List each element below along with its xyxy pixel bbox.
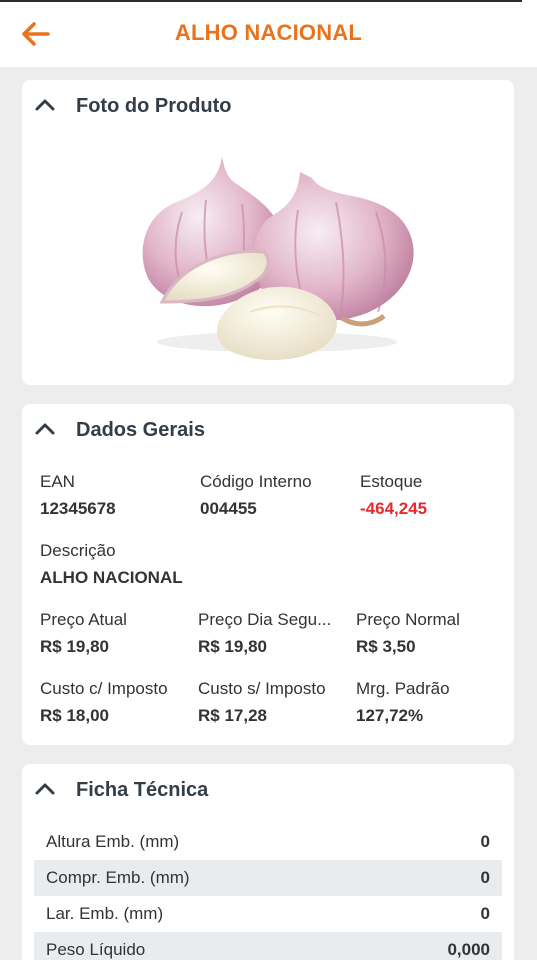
field-default-margin: Mrg. Padrão 127,72% (356, 679, 508, 726)
field-normal-price: Preço Normal R$ 3,50 (356, 610, 508, 657)
field-value: R$ 17,28 (198, 706, 267, 725)
technical-sheet-section-title: Ficha Técnica (76, 779, 209, 801)
field-label: Descrição (40, 541, 116, 560)
table-row: Altura Emb. (mm) 0 (34, 824, 502, 860)
photo-section-header[interactable]: Foto do Produto (22, 80, 514, 132)
field-label: Preço Atual (40, 610, 127, 629)
field-label: EAN (40, 472, 75, 491)
chevron-up-icon (35, 99, 55, 111)
row-value: 0 (480, 904, 490, 923)
field-value: 004455 (200, 499, 257, 518)
field-label: Estoque (360, 472, 423, 491)
row-label: Compr. Emb. (mm) (46, 868, 190, 887)
photo-card: Foto do Produto (22, 80, 514, 385)
table-row: Peso Líquido 0,000 (34, 932, 502, 960)
field-value: R$ 18,00 (40, 706, 109, 725)
row-value: 0 (480, 868, 490, 887)
field-label: Custo c/ Imposto (40, 679, 168, 698)
field-stock: Estoque -464,245 (360, 472, 512, 519)
field-value: -464,245 (360, 499, 428, 518)
field-label: Preço Dia Segu... (198, 610, 332, 629)
field-cost-with-tax: Custo c/ Imposto R$ 18,00 (40, 679, 192, 726)
field-current-price: Preço Atual R$ 19,80 (40, 610, 192, 657)
technical-sheet-section-header[interactable]: Ficha Técnica (22, 764, 514, 816)
table-row: Compr. Emb. (mm) 0 (34, 860, 502, 896)
row-label: Peso Líquido (46, 940, 146, 959)
page-title: ALHO NACIONAL (174, 20, 363, 45)
status-divider (0, 0, 522, 2)
general-data-card: Dados Gerais EAN 12345678 Código Interno… (22, 404, 514, 745)
field-value: R$ 19,80 (198, 637, 267, 656)
table-row: Lar. Emb. (mm) 0 (34, 896, 502, 932)
field-label: Código Interno (200, 472, 312, 491)
technical-sheet-card: Ficha Técnica Altura Emb. (mm) 0 Compr. … (22, 764, 514, 960)
field-cost-without-tax: Custo s/ Imposto R$ 17,28 (198, 679, 350, 726)
field-description: Descrição ALHO NACIONAL (40, 541, 340, 588)
general-data-section-header[interactable]: Dados Gerais (22, 404, 514, 456)
chevron-up-icon (35, 783, 55, 795)
app-bar: ALHO NACIONAL (0, 0, 537, 67)
field-value: R$ 3,50 (356, 637, 416, 656)
chevron-up-icon (35, 423, 55, 435)
field-value: ALHO NACIONAL (40, 568, 183, 587)
general-data-section-title: Dados Gerais (76, 419, 205, 441)
photo-section-title: Foto do Produto (76, 95, 232, 117)
field-value: 12345678 (40, 499, 116, 518)
row-label: Altura Emb. (mm) (46, 832, 180, 851)
field-value: 127,72% (356, 706, 424, 725)
field-value: R$ 19,80 (40, 637, 109, 656)
row-label: Lar. Emb. (mm) (46, 904, 164, 923)
field-next-day-price: Preço Dia Segu... R$ 19,80 (198, 610, 350, 657)
product-photo (142, 157, 414, 360)
field-ean: EAN 12345678 (40, 472, 192, 519)
field-label: Mrg. Padrão (356, 679, 450, 698)
field-internal-code: Código Interno 004455 (200, 472, 352, 519)
row-value: 0,000 (447, 940, 490, 959)
field-label: Custo s/ Imposto (198, 679, 326, 698)
row-value: 0 (480, 832, 490, 851)
field-label: Preço Normal (356, 610, 460, 629)
